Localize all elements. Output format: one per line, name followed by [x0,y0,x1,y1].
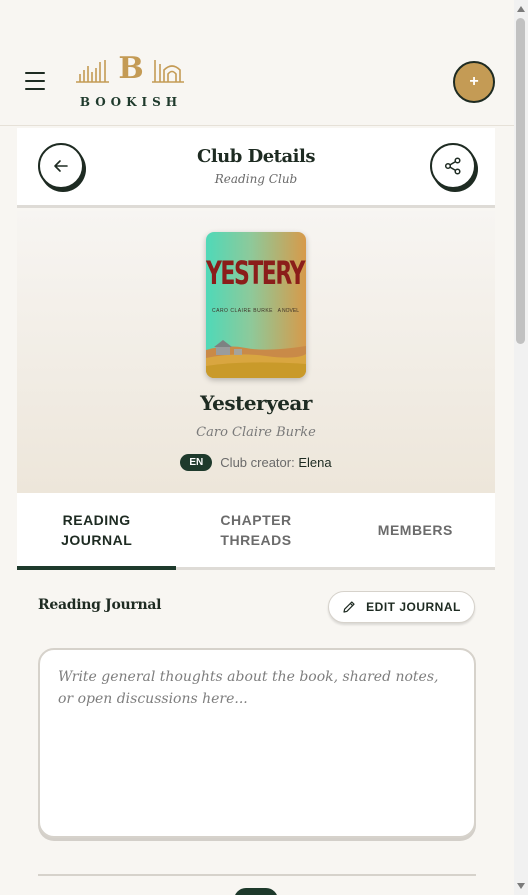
cover-author: CARO CLAIRE BURKE [212,308,274,314]
share-button[interactable] [430,143,476,189]
bookish-logo[interactable]: B BOOKISH [76,51,186,112]
club-details-card: Club Details Reading Club YESTERYEAR CAR… [17,128,495,895]
app-header: B BOOKISH + [0,0,514,126]
club-creator: Club creator: Elena [220,455,331,470]
partially-visible-button[interactable] [234,888,278,895]
hamburger-menu-icon[interactable] [25,72,45,90]
tab-label: JOURNAL [61,532,133,548]
divider [38,874,476,876]
edit-journal-button[interactable]: EDIT JOURNAL [328,591,475,623]
bookshelf-logo-icon: B [76,51,184,86]
details-header: Club Details Reading Club [17,128,495,208]
page-subtitle: Reading Club [214,172,298,186]
language-badge: EN [180,454,213,471]
book-author: Caro Claire Burke [196,425,316,440]
logo-wordmark: BOOKISH [79,95,183,109]
book-cover[interactable]: YESTERYEAR CARO CLAIRE BURKE A NOVEL [206,232,306,378]
tab-label: THREADS [220,532,292,548]
cover-title: YESTERYEAR [206,256,306,293]
scroll-down-arrow-icon[interactable] [517,883,525,889]
journal-textarea[interactable] [38,648,476,838]
tab-members[interactable]: MEMBERS [336,493,495,567]
tab-reading-journal[interactable]: READING JOURNAL [17,493,177,570]
creator-name: Elena [298,455,332,470]
cover-landscape-illustration [206,340,306,378]
tab-chapter-threads[interactable]: CHAPTER THREADS [176,493,335,567]
cover-tag: A NOVEL [277,308,299,314]
book-title: Yesteryear [200,391,312,415]
tab-label: READING [62,512,131,528]
tab-bar: READING JOURNAL CHAPTER THREADS MEMBERS [17,493,495,570]
page-title: Club Details [197,146,315,167]
vertical-scrollbar[interactable] [514,0,528,895]
creator-label: Club creator: [220,455,295,470]
club-meta: EN Club creator: Elena [17,454,495,471]
share-icon [444,157,461,175]
edit-journal-label: EDIT JOURNAL [366,600,461,614]
add-button[interactable]: + [453,61,495,103]
pencil-icon [343,601,355,613]
book-summary: YESTERYEAR CARO CLAIRE BURKE A NOVEL Yes… [17,211,495,493]
tab-label: CHAPTER [220,512,292,528]
scroll-up-arrow-icon[interactable] [517,6,525,12]
section-title: Reading Journal [38,597,162,613]
svg-text:B: B [118,52,143,86]
tab-label: MEMBERS [377,522,453,538]
scrollbar-thumb[interactable] [516,18,525,344]
